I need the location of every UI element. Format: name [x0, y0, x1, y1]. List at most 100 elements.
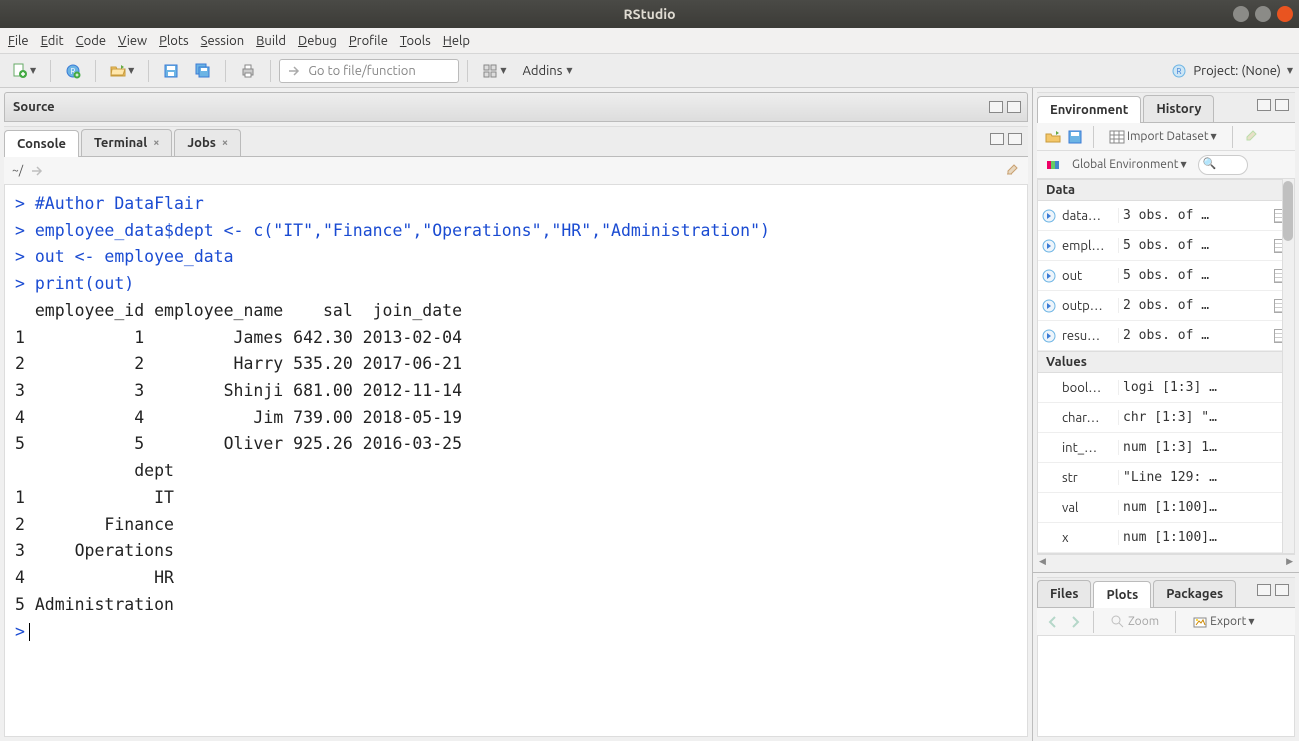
save-all-button[interactable]: [189, 59, 217, 83]
scope-icon: [1045, 157, 1061, 173]
env-section-data: Data: [1038, 179, 1294, 201]
env-search-input[interactable]: [1198, 155, 1248, 175]
tab-environment[interactable]: Environment: [1037, 96, 1141, 123]
env-value-row[interactable]: char…chr [1:3] "…: [1038, 403, 1294, 433]
window-maximize-button[interactable]: [1255, 6, 1271, 22]
svg-text:R: R: [1177, 67, 1182, 76]
menu-edit[interactable]: Edit: [41, 34, 64, 48]
main-toolbar: ▼ R ▼ Go to file/function ▼ Addins▼ R Pr…: [0, 54, 1299, 88]
tab-plots[interactable]: Plots: [1093, 581, 1151, 608]
console-pane-maximize[interactable]: [1008, 133, 1022, 145]
source-pane-maximize[interactable]: [1007, 101, 1021, 113]
project-label: Project: (None): [1193, 64, 1280, 78]
tab-terminal[interactable]: Terminal×: [81, 129, 172, 156]
save-button[interactable]: [157, 59, 185, 83]
menu-debug[interactable]: Debug: [298, 34, 337, 48]
source-pane-header: Source: [4, 92, 1028, 122]
env-toolbar: Import Dataset▼: [1037, 123, 1295, 151]
console-output[interactable]: > #Author DataFlair > employee_data$dept…: [4, 185, 1028, 737]
env-value-row[interactable]: int_…num [1:3] 1…: [1038, 433, 1294, 463]
scope-selector[interactable]: Global Environment▼: [1067, 156, 1192, 173]
console-pane-minimize[interactable]: [990, 133, 1004, 145]
new-file-button[interactable]: ▼: [6, 59, 42, 83]
grid-button[interactable]: ▼: [476, 59, 512, 83]
menu-tools[interactable]: Tools: [400, 34, 431, 48]
tab-packages[interactable]: Packages: [1153, 580, 1236, 607]
expand-icon[interactable]: [1042, 269, 1056, 283]
tab-history[interactable]: History: [1143, 95, 1214, 122]
env-data-row[interactable]: empl…5 obs. of …: [1038, 231, 1294, 261]
env-pane-minimize[interactable]: [1257, 99, 1271, 111]
export-icon: [1192, 614, 1208, 630]
env-scrollbar[interactable]: [1282, 179, 1294, 553]
goto-placeholder: Go to file/function: [308, 64, 415, 78]
plots-toolbar: Zoom Export▼: [1037, 608, 1295, 636]
goto-wd-icon[interactable]: [29, 163, 45, 179]
plot-next-icon[interactable]: [1067, 614, 1083, 630]
source-pane-minimize[interactable]: [989, 101, 1003, 113]
console-tabstrip: Console Terminal× Jobs×: [4, 126, 1028, 157]
project-icon: R: [1171, 63, 1187, 79]
menu-plots[interactable]: Plots: [159, 34, 189, 48]
menu-help[interactable]: Help: [443, 34, 470, 48]
menubar: File Edit Code View Plots Session Build …: [0, 28, 1299, 54]
new-project-button[interactable]: R: [59, 59, 87, 83]
export-button[interactable]: Export▼: [1186, 610, 1260, 634]
print-button[interactable]: [234, 59, 262, 83]
tab-files[interactable]: Files: [1037, 580, 1091, 607]
env-scope-bar: Global Environment▼: [1037, 151, 1295, 179]
menu-build[interactable]: Build: [256, 34, 286, 48]
env-data-row[interactable]: data…3 obs. of …: [1038, 201, 1294, 231]
env-data-row[interactable]: outp…2 obs. of …: [1038, 291, 1294, 321]
env-tabstrip: Environment History: [1037, 92, 1295, 123]
env-hscroll[interactable]: ◀▶: [1037, 554, 1295, 568]
console-toolbar: ~/: [4, 157, 1028, 185]
env-data-row[interactable]: resu…2 obs. of …: [1038, 321, 1294, 351]
menu-file[interactable]: File: [8, 34, 29, 48]
menu-session[interactable]: Session: [201, 34, 244, 48]
save-workspace-icon[interactable]: [1067, 129, 1083, 145]
source-pane-title: Source: [13, 100, 55, 114]
tab-jobs[interactable]: Jobs×: [174, 129, 241, 156]
open-file-button[interactable]: ▼: [104, 59, 140, 83]
console-cwd: ~/: [12, 164, 23, 177]
clear-env-button[interactable]: [1243, 127, 1259, 146]
environment-list: Data data…3 obs. of … empl…5 obs. of … o…: [1037, 179, 1295, 554]
expand-icon[interactable]: [1042, 209, 1056, 223]
env-data-row[interactable]: out5 obs. of …: [1038, 261, 1294, 291]
zoom-button[interactable]: Zoom: [1104, 610, 1165, 634]
tab-console[interactable]: Console: [4, 130, 79, 157]
expand-icon[interactable]: [1042, 239, 1056, 253]
expand-icon[interactable]: [1042, 329, 1056, 343]
env-value-row[interactable]: valnum [1:100]…: [1038, 493, 1294, 523]
plot-area: [1037, 636, 1295, 737]
load-workspace-icon[interactable]: [1045, 129, 1061, 145]
plot-prev-icon[interactable]: [1045, 614, 1061, 630]
addins-button[interactable]: Addins▼: [516, 62, 578, 80]
env-value-row[interactable]: str"Line 129: …: [1038, 463, 1294, 493]
plots-tabstrip: Files Plots Packages: [1037, 577, 1295, 608]
goto-file-input[interactable]: Go to file/function: [279, 59, 459, 83]
console-cursor: [29, 623, 30, 641]
window-minimize-button[interactable]: [1233, 6, 1249, 22]
close-icon[interactable]: ×: [222, 137, 228, 149]
menu-code[interactable]: Code: [76, 34, 106, 48]
close-icon[interactable]: ×: [153, 137, 159, 149]
clear-console-button[interactable]: [1004, 161, 1020, 180]
zoom-icon: [1110, 614, 1126, 630]
project-selector[interactable]: R Project: (None) ▼: [1171, 63, 1293, 79]
menu-profile[interactable]: Profile: [349, 34, 388, 48]
window-title: RStudio: [0, 6, 1299, 22]
env-section-values: Values: [1038, 351, 1294, 373]
env-value-row[interactable]: bool…logi [1:3] …: [1038, 373, 1294, 403]
grid-icon: [1109, 129, 1125, 145]
expand-icon[interactable]: [1042, 299, 1056, 313]
import-dataset-button[interactable]: Import Dataset▼: [1104, 127, 1222, 147]
env-value-row[interactable]: xnum [1:100]…: [1038, 523, 1294, 553]
menu-view[interactable]: View: [118, 34, 147, 48]
env-pane-maximize[interactable]: [1275, 99, 1289, 111]
plots-pane-minimize[interactable]: [1257, 584, 1271, 596]
plots-pane-maximize[interactable]: [1275, 584, 1289, 596]
goto-arrow-icon: [286, 63, 302, 79]
window-close-button[interactable]: [1277, 6, 1293, 22]
